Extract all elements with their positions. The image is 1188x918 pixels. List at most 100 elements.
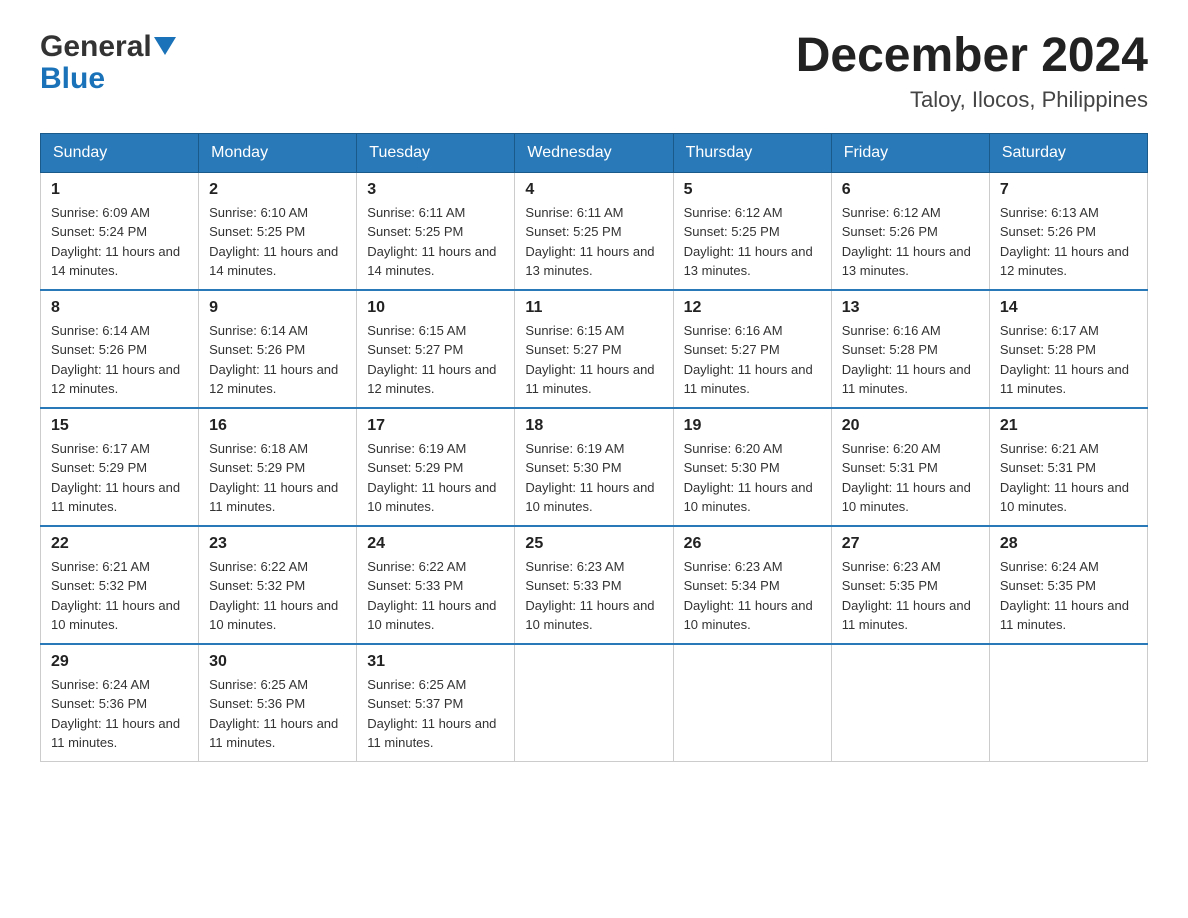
calendar-cell: 8Sunrise: 6:14 AMSunset: 5:26 PMDaylight… — [41, 290, 199, 408]
calendar-cell: 10 Sunrise: 6:15 AMSunset: 5:27 PMDayligh… — [357, 290, 515, 408]
calendar-cell: 26 Sunrise: 6:23 AMSunset: 5:34 PMDayligh… — [673, 526, 831, 644]
title-section: December 2024 Taloy, Ilocos, Philippines — [796, 30, 1148, 113]
day-info: Sunrise: 6:20 AMSunset: 5:30 PMDaylight:… — [684, 439, 821, 517]
day-number: 3 — [367, 181, 504, 199]
day-number: 24 — [367, 535, 504, 553]
day-number: 25 — [525, 535, 662, 553]
calendar-week-row: 15 Sunrise: 6:17 AMSunset: 5:29 PMDayligh… — [41, 408, 1148, 526]
day-info: Sunrise: 6:23 AMSunset: 5:35 PMDaylight:… — [842, 557, 979, 635]
logo: General Blue — [40, 30, 176, 94]
calendar-week-row: 29Sunrise: 6:24 AMSunset: 5:36 PMDayligh… — [41, 644, 1148, 762]
day-number: 23 — [209, 535, 346, 553]
day-number: 21 — [1000, 417, 1137, 435]
day-info: Sunrise: 6:21 AMSunset: 5:32 PMDaylight:… — [51, 557, 188, 635]
day-number: 20 — [842, 417, 979, 435]
calendar-cell: 29Sunrise: 6:24 AMSunset: 5:36 PMDayligh… — [41, 644, 199, 762]
calendar-cell: 21 Sunrise: 6:21 AMSunset: 5:31 PMDayligh… — [989, 408, 1147, 526]
calendar-cell: 11Sunrise: 6:15 AMSunset: 5:27 PMDayligh… — [515, 290, 673, 408]
day-number: 5 — [684, 181, 821, 199]
day-info: Sunrise: 6:13 AMSunset: 5:26 PMDaylight:… — [1000, 203, 1137, 281]
day-info: Sunrise: 6:10 AMSunset: 5:25 PMDaylight:… — [209, 203, 346, 281]
calendar-cell: 31 Sunrise: 6:25 AMSunset: 5:37 PMDayligh… — [357, 644, 515, 762]
day-number: 10 — [367, 299, 504, 317]
day-info: Sunrise: 6:17 AMSunset: 5:29 PMDaylight:… — [51, 439, 188, 517]
calendar-cell: 28 Sunrise: 6:24 AMSunset: 5:35 PMDayligh… — [989, 526, 1147, 644]
calendar-cell: 22 Sunrise: 6:21 AMSunset: 5:32 PMDayligh… — [41, 526, 199, 644]
day-number: 6 — [842, 181, 979, 199]
calendar-week-row: 1 Sunrise: 6:09 AMSunset: 5:24 PMDaylight… — [41, 172, 1148, 290]
day-number: 30 — [209, 653, 346, 671]
page-header: General Blue December 2024 Taloy, Ilocos… — [40, 30, 1148, 113]
calendar-cell: 1 Sunrise: 6:09 AMSunset: 5:24 PMDaylight… — [41, 172, 199, 290]
day-info: Sunrise: 6:23 AMSunset: 5:34 PMDaylight:… — [684, 557, 821, 635]
logo-general-text: General — [40, 30, 152, 64]
day-info: Sunrise: 6:19 AMSunset: 5:30 PMDaylight:… — [525, 439, 662, 517]
day-info: Sunrise: 6:09 AMSunset: 5:24 PMDaylight:… — [51, 203, 188, 281]
weekday-header-friday: Friday — [831, 133, 989, 172]
day-number: 19 — [684, 417, 821, 435]
calendar-header-row: SundayMondayTuesdayWednesdayThursdayFrid… — [41, 133, 1148, 172]
calendar-cell: 17 Sunrise: 6:19 AMSunset: 5:29 PMDayligh… — [357, 408, 515, 526]
day-info: Sunrise: 6:14 AMSunset: 5:26 PMDaylight:… — [209, 321, 346, 399]
calendar-cell — [673, 644, 831, 762]
day-number: 15 — [51, 417, 188, 435]
calendar-cell: 12Sunrise: 6:16 AMSunset: 5:27 PMDayligh… — [673, 290, 831, 408]
day-info: Sunrise: 6:22 AMSunset: 5:32 PMDaylight:… — [209, 557, 346, 635]
calendar-cell: 4 Sunrise: 6:11 AMSunset: 5:25 PMDaylight… — [515, 172, 673, 290]
day-info: Sunrise: 6:25 AMSunset: 5:37 PMDaylight:… — [367, 675, 504, 753]
day-number: 7 — [1000, 181, 1137, 199]
day-info: Sunrise: 6:24 AMSunset: 5:36 PMDaylight:… — [51, 675, 188, 753]
day-number: 9 — [209, 299, 346, 317]
calendar-cell: 2 Sunrise: 6:10 AMSunset: 5:25 PMDaylight… — [199, 172, 357, 290]
calendar-cell: 3 Sunrise: 6:11 AMSunset: 5:25 PMDaylight… — [357, 172, 515, 290]
day-info: Sunrise: 6:12 AMSunset: 5:25 PMDaylight:… — [684, 203, 821, 281]
calendar-cell: 7 Sunrise: 6:13 AMSunset: 5:26 PMDaylight… — [989, 172, 1147, 290]
weekday-header-tuesday: Tuesday — [357, 133, 515, 172]
calendar-cell: 18 Sunrise: 6:19 AMSunset: 5:30 PMDayligh… — [515, 408, 673, 526]
day-number: 26 — [684, 535, 821, 553]
day-number: 28 — [1000, 535, 1137, 553]
day-info: Sunrise: 6:21 AMSunset: 5:31 PMDaylight:… — [1000, 439, 1137, 517]
day-number: 14 — [1000, 299, 1137, 317]
weekday-header-monday: Monday — [199, 133, 357, 172]
day-number: 16 — [209, 417, 346, 435]
day-info: Sunrise: 6:11 AMSunset: 5:25 PMDaylight:… — [525, 203, 662, 281]
calendar-cell: 23 Sunrise: 6:22 AMSunset: 5:32 PMDayligh… — [199, 526, 357, 644]
calendar-cell: 13 Sunrise: 6:16 AMSunset: 5:28 PMDayligh… — [831, 290, 989, 408]
day-info: Sunrise: 6:19 AMSunset: 5:29 PMDaylight:… — [367, 439, 504, 517]
day-number: 31 — [367, 653, 504, 671]
calendar-cell: 15 Sunrise: 6:17 AMSunset: 5:29 PMDayligh… — [41, 408, 199, 526]
weekday-header-thursday: Thursday — [673, 133, 831, 172]
day-info: Sunrise: 6:23 AMSunset: 5:33 PMDaylight:… — [525, 557, 662, 635]
calendar-cell: 6 Sunrise: 6:12 AMSunset: 5:26 PMDaylight… — [831, 172, 989, 290]
calendar-week-row: 8 Sunrise: 6:14 AMSunset: 5:26 PMDaylight… — [41, 290, 1148, 408]
weekday-header-saturday: Saturday — [989, 133, 1147, 172]
day-number: 22 — [51, 535, 188, 553]
day-info: Sunrise: 6:17 AMSunset: 5:28 PMDaylight:… — [1000, 321, 1137, 399]
calendar-cell: 25 Sunrise: 6:23 AMSunset: 5:33 PMDayligh… — [515, 526, 673, 644]
calendar-cell: 9 Sunrise: 6:14 AMSunset: 5:26 PMDaylight… — [199, 290, 357, 408]
day-number: 13 — [842, 299, 979, 317]
day-number: 2 — [209, 181, 346, 199]
day-info: Sunrise: 6:22 AMSunset: 5:33 PMDaylight:… — [367, 557, 504, 635]
calendar-cell — [989, 644, 1147, 762]
day-info: Sunrise: 6:11 AMSunset: 5:25 PMDaylight:… — [367, 203, 504, 281]
day-number: 18 — [525, 417, 662, 435]
day-info: Sunrise: 6:16 AMSunset: 5:28 PMDaylight:… — [842, 321, 979, 399]
location-subtitle: Taloy, Ilocos, Philippines — [796, 87, 1148, 113]
calendar-cell: 20Sunrise: 6:20 AMSunset: 5:31 PMDayligh… — [831, 408, 989, 526]
day-number: 27 — [842, 535, 979, 553]
day-number: 17 — [367, 417, 504, 435]
calendar-cell: 19 Sunrise: 6:20 AMSunset: 5:30 PMDayligh… — [673, 408, 831, 526]
day-number: 1 — [51, 181, 188, 199]
day-info: Sunrise: 6:12 AMSunset: 5:26 PMDaylight:… — [842, 203, 979, 281]
weekday-header-wednesday: Wednesday — [515, 133, 673, 172]
day-info: Sunrise: 6:24 AMSunset: 5:35 PMDaylight:… — [1000, 557, 1137, 635]
calendar-cell: 16Sunrise: 6:18 AMSunset: 5:29 PMDayligh… — [199, 408, 357, 526]
day-number: 8 — [51, 299, 188, 317]
day-number: 12 — [684, 299, 821, 317]
logo-icon: General — [40, 30, 176, 64]
day-number: 4 — [525, 181, 662, 199]
logo-triangle-icon — [154, 37, 176, 59]
day-info: Sunrise: 6:15 AMSunset: 5:27 PMDaylight:… — [367, 321, 504, 399]
